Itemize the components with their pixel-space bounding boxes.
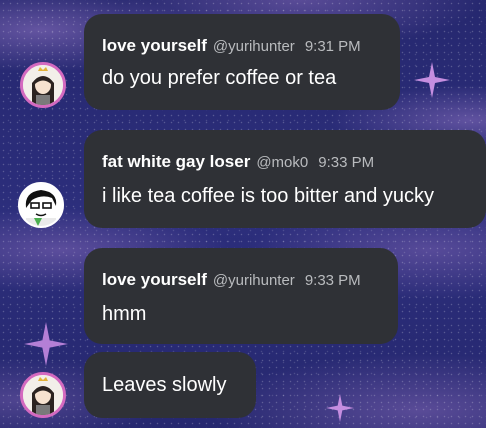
sparkle-icon xyxy=(24,322,68,366)
sparkle-icon xyxy=(326,394,354,422)
author-name[interactable]: love yourself xyxy=(102,270,207,289)
avatar[interactable] xyxy=(18,182,64,228)
avatar[interactable] xyxy=(20,372,66,418)
message-bubble: Leaves slowly xyxy=(84,352,256,418)
message-bubble: love yourself @yurihunter 9:31 PM do you p… xyxy=(84,14,400,110)
message-text: i like tea coffee is too bitter and yuck… xyxy=(102,185,435,207)
message-text: Leaves slowly xyxy=(102,374,227,396)
anime-girl-with-crown-avatar-icon xyxy=(23,375,63,415)
author-handle: @yurihunter xyxy=(212,272,295,289)
timestamp: 9:33 PM xyxy=(304,272,361,289)
timestamp: 9:31 PM xyxy=(304,38,361,55)
author-name[interactable]: love yourself xyxy=(102,36,207,55)
message-text: hmm xyxy=(102,303,147,325)
timestamp: 9:33 PM xyxy=(318,154,375,171)
sparkle-icon xyxy=(414,62,450,98)
avatar[interactable] xyxy=(20,62,66,108)
author-name[interactable]: fat white gay loser xyxy=(102,152,250,171)
message-bubble: fat white gay loser @mok0 9:33 PM i like t… xyxy=(84,130,486,228)
message-text: do you prefer coffee or tea xyxy=(102,67,337,89)
author-handle: @mok0 xyxy=(256,154,309,171)
white-faced-character-with-glasses-avatar-icon xyxy=(20,184,62,226)
author-handle: @yurihunter xyxy=(212,38,295,55)
message-bubble: love yourself @yurihunter 9:33 PM hmm xyxy=(84,248,398,344)
anime-girl-with-crown-avatar-icon xyxy=(23,65,63,105)
